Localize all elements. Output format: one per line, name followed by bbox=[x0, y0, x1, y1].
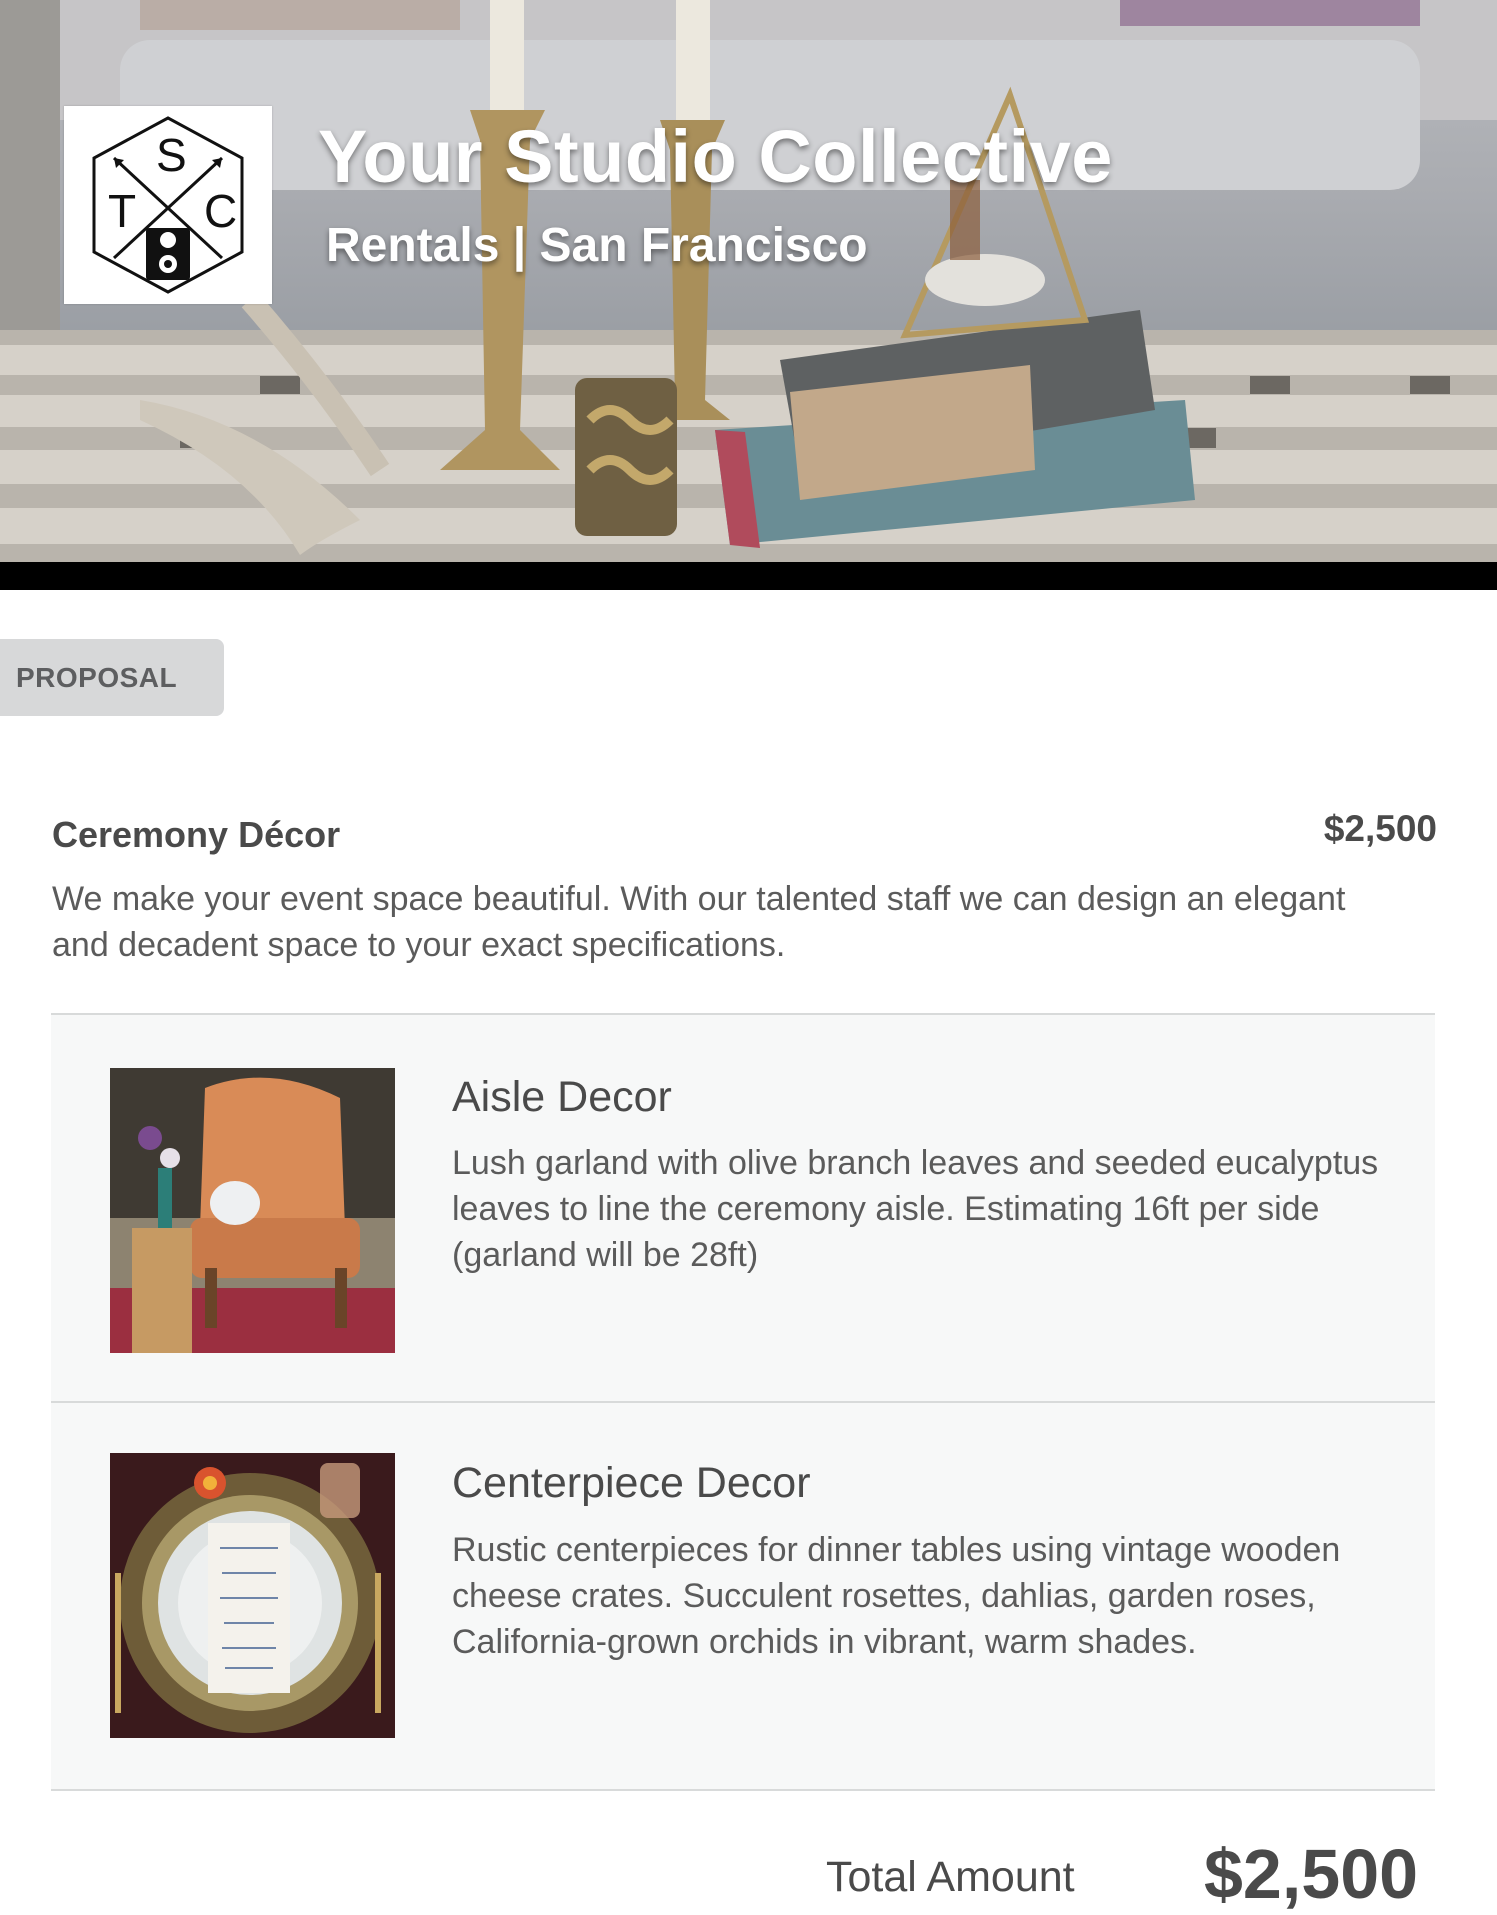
logo-letter-s: S bbox=[156, 129, 187, 181]
studio-name: Your Studio Collective bbox=[318, 115, 1113, 198]
line-item: Aisle Decor Lush garland with olive bran… bbox=[51, 1015, 1435, 1402]
section-price: $2,500 bbox=[1323, 808, 1437, 849]
section-title: Ceremony Décor bbox=[52, 814, 341, 855]
studio-logo: S T C bbox=[64, 106, 272, 304]
line-item: Centerpiece Decor Rustic centerpieces fo… bbox=[51, 1403, 1435, 1790]
table-place-setting-photo-icon bbox=[110, 1453, 395, 1738]
hero-banner: S T C Your Studio Collective Rentals | S… bbox=[0, 0, 1497, 562]
item-image bbox=[110, 1453, 395, 1738]
hero-bottom-bar bbox=[0, 562, 1497, 590]
studio-subtitle: Rentals | San Francisco bbox=[326, 219, 868, 272]
item-name: Aisle Decor bbox=[452, 1073, 672, 1121]
proposal-tag: PROPOSAL bbox=[0, 639, 224, 716]
total-value: $2,500 bbox=[1204, 1835, 1419, 1913]
total-label: Total Amount bbox=[826, 1853, 1075, 1901]
item-description: Rustic centerpieces for dinner tables us… bbox=[452, 1531, 1341, 1661]
item-description: Lush garland with olive branch leaves an… bbox=[452, 1144, 1379, 1274]
orange-tufted-chair-photo-icon bbox=[110, 1068, 395, 1353]
section-description: We make your event space beautiful. With… bbox=[52, 880, 1346, 964]
logo-letter-c: C bbox=[204, 185, 238, 237]
item-name: Centerpiece Decor bbox=[452, 1459, 811, 1507]
logo-letter-t: T bbox=[108, 185, 137, 237]
divider bbox=[51, 1789, 1435, 1791]
item-image bbox=[110, 1068, 395, 1353]
